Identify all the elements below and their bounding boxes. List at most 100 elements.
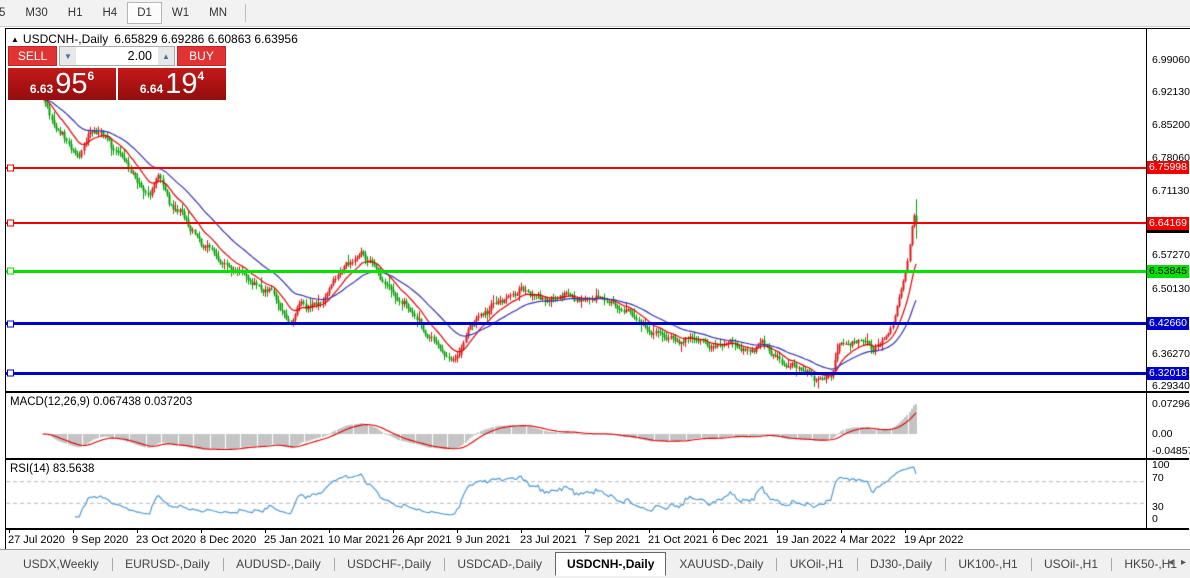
horizontal-level-line[interactable] [6,322,1146,325]
timeframe-button-m30[interactable]: M30 [15,2,57,24]
chart-tab-xauusd-daily[interactable]: XAUUSD-,Daily [666,553,776,575]
rsi-canvas[interactable] [6,460,1146,527]
price-axis-tick: 6.50130 [1152,283,1190,295]
mt4-terminal: 5M30H1H4D1W1MN ▲USDCNH-,Daily6.65829 6.6… [0,0,1190,578]
date-label: 23 Jul 2021 [520,534,577,546]
timeframe-button-d1[interactable]: D1 [127,2,162,24]
collapse-triangle-icon[interactable]: ▲ [11,35,19,44]
chart-tab-usdx-weekly[interactable]: USDX,Weekly [10,553,112,575]
sell-button[interactable]: SELL [8,46,57,66]
sell-price-sup: 6 [87,69,94,83]
buy-button[interactable]: BUY [177,46,226,66]
sell-price-prefix: 6.63 [30,82,53,96]
horizontal-level-line[interactable] [6,222,1146,224]
rsi-axis-tick: 0 [1152,513,1158,525]
date-label: 9 Sep 2020 [72,534,128,546]
volume-increase-button[interactable]: ▲ [158,47,174,65]
date-tick-mark [393,530,394,533]
chart-tab-usdchf-daily[interactable]: USDCHF-,Daily [334,553,444,575]
tab-scroll-left-icon[interactable]: ◂ [1168,557,1173,568]
chart-tab-usdcnh-daily[interactable]: USDCNH-,Daily [555,552,666,576]
sell-price-box[interactable]: 6.63 95 6 [8,68,116,100]
timeframe-button-mn[interactable]: MN [199,2,237,24]
one-click-trading-panel: SELL ▼ 2.00 ▲ BUY 6.63 95 6 6.64 [8,46,226,100]
buy-price-box[interactable]: 6.64 19 4 [118,68,226,100]
price-axis-tick: 6.99060 [1152,54,1190,66]
horizontal-level-line[interactable] [6,270,1146,273]
chart-tab-audusd-daily[interactable]: AUDUSD-,Daily [223,553,334,575]
chart-ohlc-values: 6.65829 6.69286 6.60863 6.63956 [114,32,298,46]
date-tick-mark [777,530,778,533]
price-axis-tick: 6.29340 [1152,380,1190,392]
chart-window: ▲USDCNH-,Daily6.65829 6.69286 6.60863 6.… [5,28,1190,550]
date-label: 23 Oct 2020 [136,534,196,546]
toolbar-separator [245,4,246,22]
timeframe-toolbar: 5M30H1H4D1W1MN [0,0,1190,27]
date-label: 19 Apr 2022 [904,534,963,546]
chart-tab-usoil-h1[interactable]: USOil-,H1 [1031,553,1111,575]
timeframe-button-w1[interactable]: W1 [162,2,199,24]
volume-value[interactable]: 2.00 [76,47,158,65]
horizontal-level-line[interactable] [6,167,1146,169]
date-tick-mark [73,530,74,533]
date-tick-mark [9,530,10,533]
rsi-axis-tick: 70 [1152,472,1164,484]
tab-scroll-right-icon[interactable]: ▸ [1181,557,1186,568]
date-label: 4 Mar 2022 [840,534,896,546]
rsi-axis-tick: 30 [1152,501,1164,513]
rsi-panel: RSI(14) 83.5638 [6,458,1189,530]
level-anchor-handle[interactable] [7,320,14,327]
date-label: 19 Jan 2022 [776,534,837,546]
price-axis: 6.990606.921306.852006.780606.711306.572… [1147,29,1189,550]
chevron-up-icon: ▲ [162,52,170,61]
level-price-badge: 6.32018 [1147,367,1189,380]
buy-price-big: 19 [165,70,197,99]
sell-price-big: 95 [55,70,87,99]
date-label: 8 Dec 2020 [200,534,256,546]
level-price-badge: 6.53845 [1147,265,1189,278]
price-axis-tick: 6.57270 [1152,249,1190,261]
date-tick-mark [201,530,202,533]
level-price-badge: 6.42660 [1147,317,1189,330]
buy-price-prefix: 6.64 [140,82,163,96]
level-anchor-handle[interactable] [7,220,14,227]
chart-tab-uk100-h1[interactable]: UK100-,H1 [945,553,1030,575]
chart-tab-ukoil-h1[interactable]: UKOil-,H1 [777,553,857,575]
level-anchor-handle[interactable] [7,268,14,275]
price-axis-tick: 6.92130 [1152,86,1190,98]
chevron-down-icon: ▼ [64,52,72,61]
chart-tab-bar: USDX,WeeklyEURUSD-,DailyAUDUSD-,DailyUSD… [0,549,1190,578]
tab-scroll-controls: ◂ ▸ [1168,557,1186,568]
timeframe-button-5[interactable]: 5 [0,2,15,24]
date-label: 7 Sep 2021 [584,534,640,546]
date-tick-mark [585,530,586,533]
date-tick-mark [841,530,842,533]
date-tick-mark [137,530,138,533]
rsi-label: RSI(14) 83.5638 [10,463,94,475]
price-panel: ▲USDCNH-,Daily6.65829 6.69286 6.60863 6.… [6,29,1189,391]
volume-stepper[interactable]: ▼ 2.00 ▲ [59,46,175,66]
horizontal-level-line[interactable] [6,372,1146,375]
buy-price-sup: 4 [197,69,204,83]
date-tick-mark [649,530,650,533]
date-tick-mark [905,530,906,533]
level-price-badge: 6.75998 [1147,161,1189,174]
date-label: 25 Jan 2021 [264,534,325,546]
date-tick-mark [713,530,714,533]
level-anchor-handle[interactable] [7,370,14,377]
trade-prices-row: 6.63 95 6 6.64 19 4 [8,68,226,100]
date-label: 27 Jul 2020 [8,534,65,546]
chart-title: ▲USDCNH-,Daily6.65829 6.69286 6.60863 6.… [11,32,298,46]
volume-decrease-button[interactable]: ▼ [60,47,76,65]
chart-tab-usdcad-daily[interactable]: USDCAD-,Daily [444,553,555,575]
chart-tab-dj30-daily[interactable]: DJ30-,Daily [857,553,945,575]
price-axis-tick: 6.36270 [1152,348,1190,360]
rsi-axis-tick: 100 [1152,459,1170,471]
chart-tab-eurusd-daily[interactable]: EURUSD-,Daily [112,553,223,575]
timeframe-button-h4[interactable]: H4 [92,2,127,24]
date-label: 6 Dec 2021 [712,534,768,546]
level-price-badge: 6.64169 [1147,217,1189,230]
timeframe-button-h1[interactable]: H1 [58,2,93,24]
level-anchor-handle[interactable] [7,164,14,171]
macd-label: MACD(12,26,9) 0.067438 0.037203 [10,396,192,408]
